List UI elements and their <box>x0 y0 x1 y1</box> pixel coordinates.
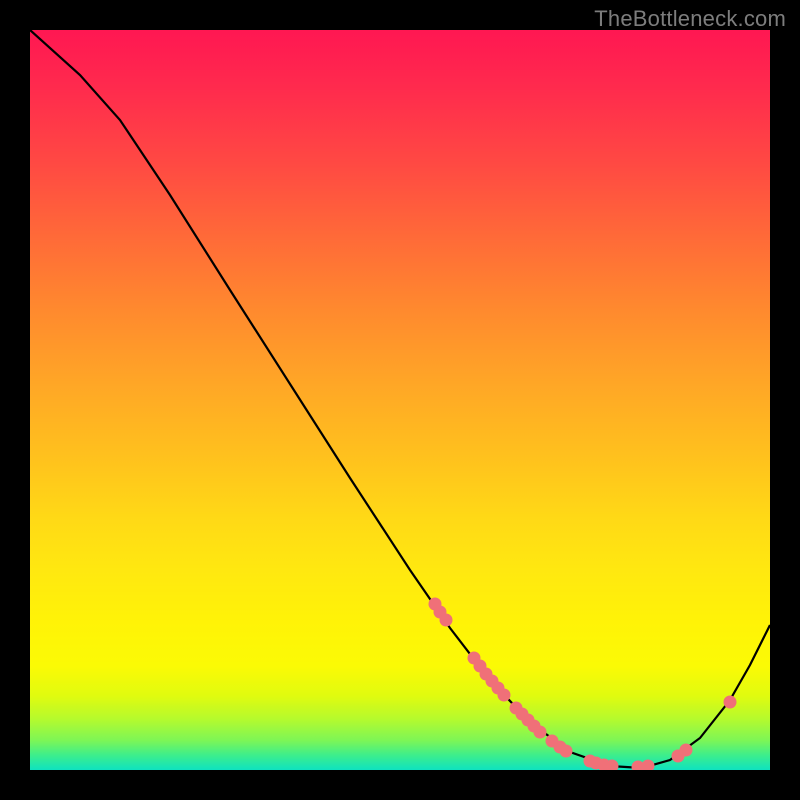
data-marker <box>440 614 453 627</box>
data-marker <box>642 760 655 771</box>
data-marker <box>534 726 547 739</box>
data-marker <box>498 689 511 702</box>
chart-area <box>30 30 770 770</box>
data-marker <box>724 696 737 709</box>
curve-layer <box>30 30 770 770</box>
watermark-label: TheBottleneck.com <box>594 6 786 32</box>
data-marker <box>680 744 693 757</box>
bottleneck-curve <box>30 30 770 768</box>
data-marker <box>560 745 573 758</box>
